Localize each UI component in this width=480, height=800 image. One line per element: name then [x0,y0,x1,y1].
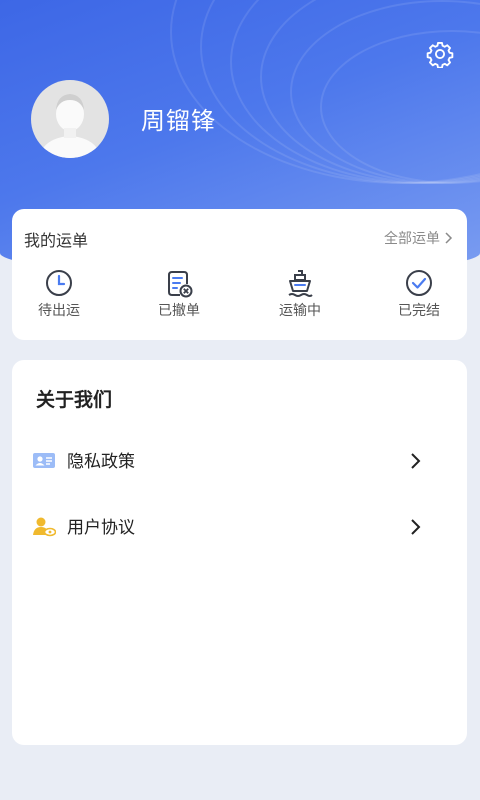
user-agreement-icon [33,517,56,537]
username: 周镏锋 [141,107,216,135]
check-circle-icon [406,270,432,296]
order-status-in-transit[interactable]: 运输中 [260,267,340,321]
chevron-right-icon [411,519,421,535]
gear-icon[interactable] [426,40,454,68]
my-orders-card: 我的运单 全部运单 待出运 已撤单 运输中 已完结 [12,209,467,340]
all-orders-link[interactable]: 全部运单 [384,228,453,248]
order-status-label: 已撤单 [158,303,200,319]
order-status-cancelled[interactable]: 已撤单 [139,267,219,321]
clock-icon [46,270,72,296]
chevron-right-icon [411,453,421,469]
about-us-title: 关于我们 [36,389,113,411]
all-orders-label: 全部运单 [384,231,440,247]
chevron-right-icon [445,232,453,244]
user-agreement-label: 用户协议 [67,518,135,538]
my-orders-title: 我的运单 [24,231,89,250]
order-status-label: 待出运 [38,303,80,319]
order-status-completed[interactable]: 已完结 [379,267,459,321]
order-status-label: 已完结 [398,303,440,319]
id-card-icon [33,453,55,468]
order-status-label: 运输中 [279,303,321,319]
user-agreement-item[interactable]: 用户协议 [12,503,467,553]
default-avatar-icon [39,94,101,158]
ship-icon [288,270,313,297]
about-us-card: 关于我们 隐私政策 用户协议 [12,360,467,745]
avatar[interactable] [31,80,109,158]
order-status-pending[interactable]: 待出运 [19,267,99,321]
privacy-policy-item[interactable]: 隐私政策 [12,437,467,487]
cancelled-doc-icon [168,271,193,298]
privacy-policy-label: 隐私政策 [67,452,135,472]
